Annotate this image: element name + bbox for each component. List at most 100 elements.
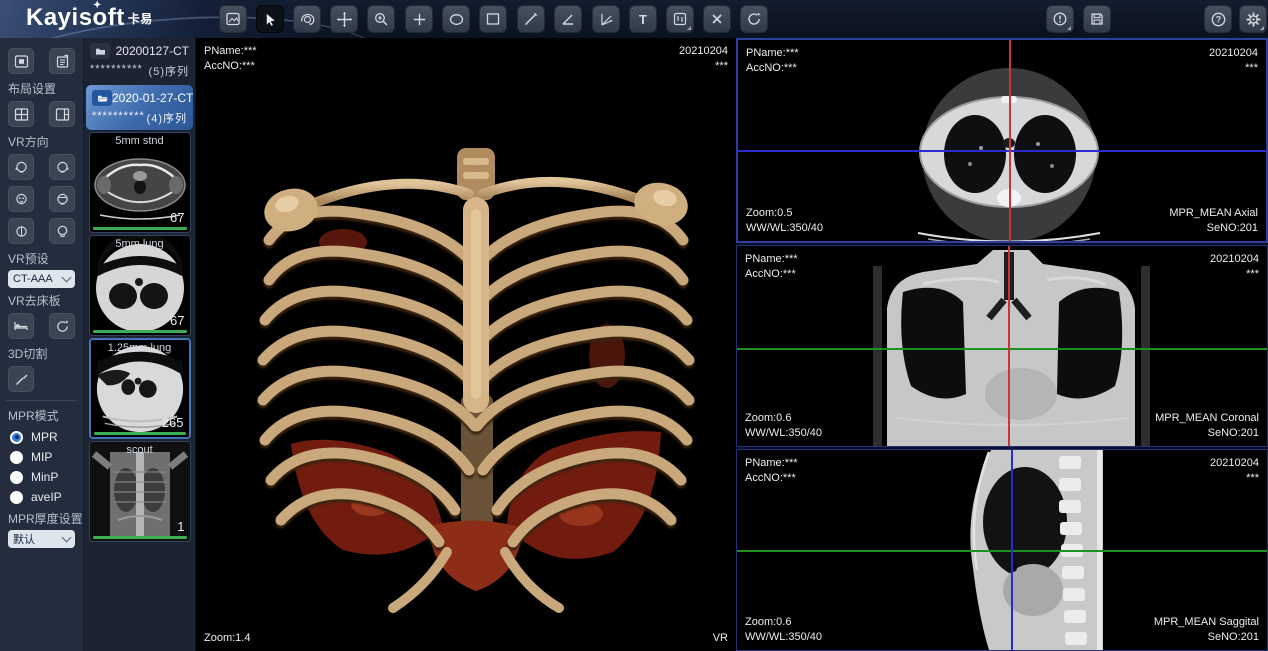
- layout-grid-2x2-button[interactable]: [8, 101, 34, 127]
- thumbnail-progress-bar: [93, 330, 187, 333]
- study-item-selected[interactable]: 2020-01-27-CT ********** (4)序列: [86, 85, 193, 130]
- vr-study-date: 20210204: [679, 44, 728, 59]
- chevron-down-icon: [62, 273, 72, 283]
- mpr-window-level: WW/WL:350/40: [745, 426, 822, 441]
- restore-bed-button[interactable]: [49, 313, 75, 339]
- sagittal-crosshair-horizontal-green[interactable]: [737, 550, 1267, 552]
- layout-1-2-button[interactable]: [49, 101, 75, 127]
- mpr-accession-no: AccNO:***: [746, 61, 797, 76]
- mpr-patient-name: PName:***: [745, 456, 798, 471]
- cursor-tool-button[interactable]: [256, 5, 284, 33]
- crosshair-icon: [412, 12, 427, 27]
- rectangle-tool-button[interactable]: [479, 5, 507, 33]
- mpr-mode-option-minp[interactable]: MinP: [8, 470, 75, 484]
- bed-icon: [13, 318, 29, 334]
- study-date: 20200127-CT: [110, 44, 189, 58]
- measure-line-button[interactable]: [517, 5, 545, 33]
- remove-bed-button[interactable]: [8, 313, 34, 339]
- layout-single-button[interactable]: [8, 48, 34, 74]
- cobb-angle-button[interactable]: [592, 5, 620, 33]
- study-item[interactable]: 20200127-CT ********** (5)序列: [84, 38, 195, 83]
- mpr-masked-id: ***: [1246, 267, 1259, 282]
- settings-button[interactable]: [1239, 5, 1267, 33]
- svg-text:?: ?: [1215, 14, 1221, 24]
- sagittal-crosshair-vertical-blue[interactable]: [1011, 450, 1013, 650]
- mpr-axial-viewport[interactable]: PName:*** AccNO:*** 20210204 *** Zoom:0.…: [736, 38, 1268, 243]
- series-thumbnail-125mm-lung[interactable]: 1.25mm lung 265: [89, 338, 191, 439]
- mpr-thickness-select[interactable]: 默认: [8, 530, 75, 548]
- vr-viewport[interactable]: PName:*** AccNO:*** 20210204 *** Zoom:1.…: [196, 38, 736, 651]
- text-icon: T: [639, 13, 647, 26]
- ellipse-tool-button[interactable]: [442, 5, 470, 33]
- thumbnail-image-count: 265: [162, 415, 184, 430]
- axial-crosshair-vertical-red[interactable]: [1009, 40, 1011, 241]
- head-left-icon: [14, 160, 29, 175]
- coronal-crosshair-vertical-red[interactable]: [1008, 246, 1010, 446]
- thumbnail-image-count: 1: [177, 519, 184, 534]
- mpr-plane-label: MPR_MEAN Coronal: [1155, 411, 1259, 426]
- vr-preset-value: CT-AAA: [13, 273, 53, 285]
- mpr-sagittal-viewport[interactable]: PName:*** AccNO:*** 20210204 *** Zoom:0.…: [736, 449, 1268, 651]
- axial-crosshair-horizontal-blue[interactable]: [738, 150, 1266, 152]
- divider: [6, 400, 77, 401]
- vr-patient-name: PName:***: [204, 44, 257, 59]
- series-thumbnail-5mm-stnd[interactable]: 5mm stnd 67: [89, 132, 191, 233]
- vr-ribcage-render: [251, 143, 701, 635]
- vr-accession-no: AccNO:***: [204, 59, 255, 74]
- rotate-3d-button[interactable]: [293, 5, 321, 33]
- vr-head-back-button[interactable]: [49, 186, 75, 212]
- head-bottom-icon: [55, 224, 70, 239]
- text-tool-button[interactable]: T: [629, 5, 657, 33]
- mpr-series-no: SeNO:201: [1208, 630, 1259, 645]
- angle-tool-button[interactable]: [554, 5, 582, 33]
- series-panel: 20200127-CT ********** (5)序列 2020-01-27-…: [84, 38, 196, 651]
- top-toolbar: Kayisoft✦卡易: [0, 0, 1268, 39]
- mpr-mode-option-aveip[interactable]: aveIP: [8, 490, 75, 504]
- mpr-mode-option-mpr[interactable]: MPR: [8, 430, 75, 444]
- mpr-column: PName:*** AccNO:*** 20210204 *** Zoom:0.…: [736, 38, 1268, 651]
- radio-selected-icon: [10, 431, 23, 444]
- mpr-study-date: 20210204: [1209, 46, 1258, 61]
- thumbnail-image: [90, 442, 190, 541]
- mpr-plane-label: MPR_MEAN Saggital: [1154, 615, 1259, 630]
- reset-view-button[interactable]: [740, 5, 768, 33]
- mpr-patient-name: PName:***: [745, 252, 798, 267]
- vr-preset-select[interactable]: CT-AAA: [8, 270, 75, 288]
- image-layout-button[interactable]: [219, 5, 247, 33]
- vr-head-right-button[interactable]: [49, 154, 75, 180]
- study-series-count: (4)序列: [147, 110, 187, 126]
- series-thumbnail-scout[interactable]: scout 1: [89, 441, 191, 542]
- series-thumbnail-5mm-lung[interactable]: 5mm lung 67: [89, 235, 191, 336]
- left-sidebar: 布局设置 VR方向 VR预设 CT-AAA VR去床板 3D切割: [0, 38, 84, 651]
- pan-tool-button[interactable]: [330, 5, 358, 33]
- delete-annotation-button[interactable]: [703, 5, 731, 33]
- save-button[interactable]: [1083, 5, 1111, 33]
- scalpel-button[interactable]: [8, 366, 34, 392]
- layout-grid-2x2-icon: [14, 107, 29, 122]
- vr-zoom-factor: Zoom:1.4: [204, 631, 250, 646]
- zoom-tool-button[interactable]: [367, 5, 395, 33]
- head-front-icon: [14, 192, 29, 207]
- info-button[interactable]: [1046, 5, 1074, 33]
- mpr-window-level: WW/WL:350/40: [745, 630, 822, 645]
- coronal-crosshair-horizontal-green[interactable]: [737, 348, 1267, 350]
- crosshair-tool-button[interactable]: [405, 5, 433, 33]
- logo-text: Kayisoft: [26, 4, 125, 31]
- mpr-mode-option-mip[interactable]: MIP: [8, 450, 75, 464]
- vr-head-front-button[interactable]: [8, 186, 34, 212]
- vr-head-left-button[interactable]: [8, 154, 34, 180]
- help-icon: ?: [1210, 11, 1227, 28]
- window-level-button[interactable]: [666, 5, 694, 33]
- mpr-window-level: WW/WL:350/40: [746, 221, 823, 236]
- vr-head-bottom-button[interactable]: [49, 218, 75, 244]
- help-button[interactable]: ?: [1204, 5, 1232, 33]
- mpr-accession-no: AccNO:***: [745, 471, 796, 486]
- folder-icon: [90, 43, 110, 59]
- series-report-button[interactable]: [49, 48, 75, 74]
- mpr-zoom-factor: Zoom:0.6: [745, 411, 791, 426]
- measure-line-icon: [523, 11, 539, 27]
- mpr-masked-id: ***: [1245, 61, 1258, 76]
- mpr-coronal-viewport[interactable]: PName:*** AccNO:*** 20210204 *** Zoom:0.…: [736, 245, 1268, 447]
- vr-head-top-button[interactable]: [8, 218, 34, 244]
- chevron-down-icon: [62, 533, 72, 543]
